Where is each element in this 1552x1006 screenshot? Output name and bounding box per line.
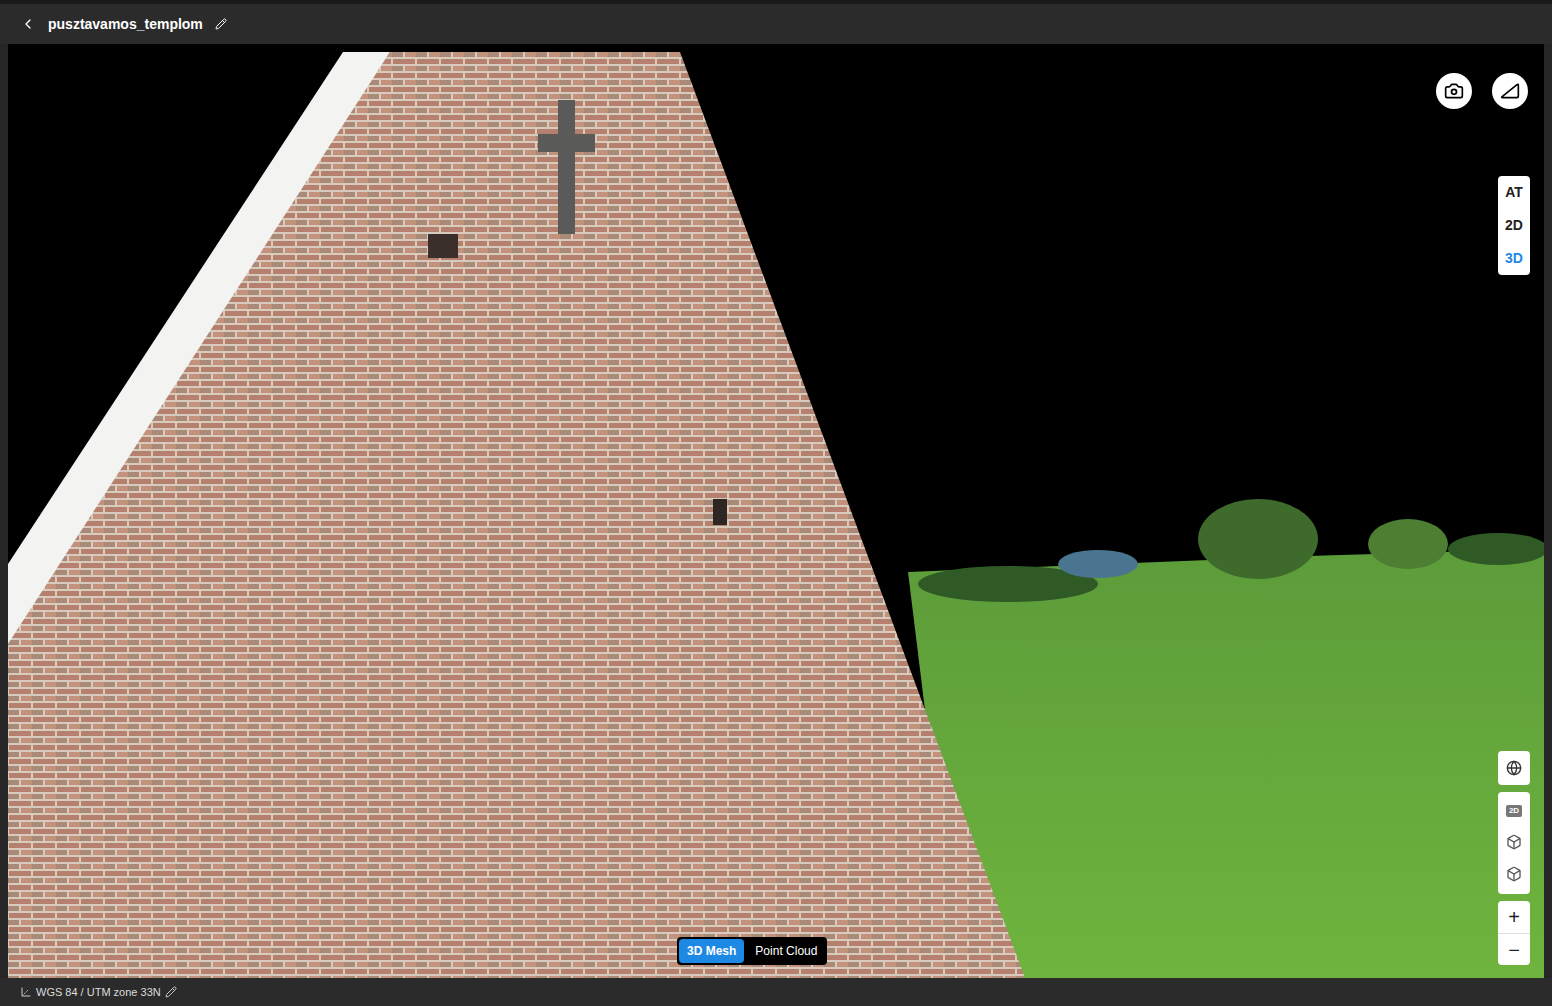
layer-mesh-button[interactable] <box>1498 826 1530 858</box>
view-mode-switch: AT2D3D <box>1498 176 1530 275</box>
globe-icon <box>1506 760 1522 776</box>
view-mode-button[interactable]: 2D <box>1498 209 1530 242</box>
zoom-group: +− <box>1498 901 1530 965</box>
project-title: pusztavamos_templom <box>48 14 203 35</box>
map-tools: 2D +− <box>1498 751 1530 965</box>
measure-button[interactable] <box>1492 73 1528 109</box>
axis-icon <box>20 986 32 998</box>
view-mode-button[interactable]: AT <box>1498 176 1530 209</box>
viewport[interactable]: AT2D3D2D+−3D MeshPoint Cloud <box>8 44 1544 978</box>
layer-cloud-button[interactable] <box>1498 858 1530 890</box>
layer-badge: 2D <box>1506 805 1522 817</box>
zoom-in-button[interactable]: + <box>1498 901 1530 933</box>
edit-icon[interactable] <box>215 18 227 30</box>
orbit-button[interactable] <box>1498 751 1530 785</box>
render-mode-switch: 3D MeshPoint Cloud <box>677 937 827 965</box>
zoom-out-button[interactable]: − <box>1498 933 1530 965</box>
layer-2d-button[interactable]: 2D <box>1498 796 1530 826</box>
render-mode-button[interactable]: 3D Mesh <box>679 939 744 963</box>
crs-label: WGS 84 / UTM zone 33N <box>36 984 161 1001</box>
3d-mesh-scene[interactable] <box>8 44 1544 978</box>
back-icon[interactable] <box>20 16 36 32</box>
edit-icon[interactable] <box>165 986 177 998</box>
render-mode-button[interactable]: Point Cloud <box>747 939 825 963</box>
screenshot-button[interactable] <box>1436 73 1472 109</box>
measure-icon <box>1500 81 1520 101</box>
cube-icon <box>1506 834 1522 850</box>
header: pusztavamos_templom <box>0 0 1552 44</box>
cube-icon <box>1506 866 1522 882</box>
top-tools <box>1436 73 1528 109</box>
viewer: AT2D3D2D+−3D MeshPoint Cloud <box>0 44 1552 978</box>
view-mode-button[interactable]: 3D <box>1498 242 1530 275</box>
layer-group: 2D <box>1498 792 1530 894</box>
camera-icon <box>1444 81 1464 101</box>
status-bar: WGS 84 / UTM zone 33N <box>0 978 1552 1006</box>
app: pusztavamos_templomAT2D3D2D+−3D MeshPoin… <box>0 0 1552 1006</box>
